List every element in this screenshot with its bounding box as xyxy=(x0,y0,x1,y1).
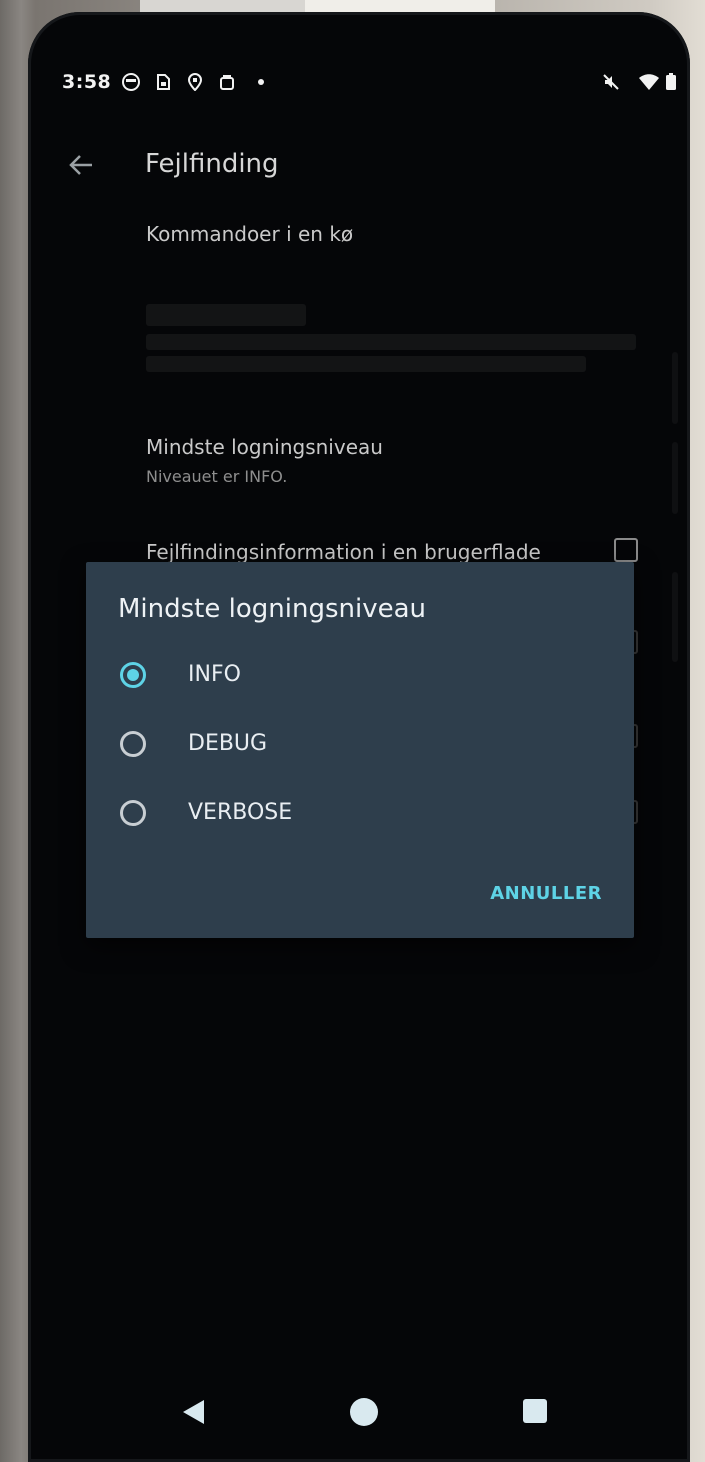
option-label: INFO xyxy=(188,662,241,687)
option-debug[interactable]: DEBUG xyxy=(120,726,580,766)
pref-title: Fejlfindingsinformation i en brugerflade xyxy=(146,540,541,564)
pref-item-min-log-level[interactable]: Mindste logningsniveau Niveauet er INFO. xyxy=(146,435,383,486)
navigation-bar xyxy=(28,1380,690,1450)
radio-button[interactable] xyxy=(120,800,146,826)
phone-screen: 3:58 Fejlfinding Kommandoer i en kø Mind… xyxy=(28,12,690,1462)
side-button xyxy=(672,352,678,424)
face-icon xyxy=(122,73,140,91)
dot-icon xyxy=(252,73,270,91)
wifi-icon xyxy=(638,73,660,91)
page-title: Fejlfinding xyxy=(145,149,279,179)
app-bar: Fejlfinding xyxy=(28,132,690,196)
status-time: 3:58 xyxy=(62,71,112,93)
option-label: VERBOSE xyxy=(188,800,293,825)
nav-home-icon[interactable] xyxy=(350,1398,378,1426)
side-button xyxy=(672,442,678,514)
bag-icon xyxy=(218,73,236,91)
pref-item-faded xyxy=(146,304,656,372)
radio-button[interactable] xyxy=(120,731,146,757)
battery-icon xyxy=(665,73,677,91)
pref-item-queued-commands[interactable]: Kommandoer i en kø xyxy=(146,222,353,246)
nav-recents-icon[interactable] xyxy=(523,1399,547,1423)
debug-ui-checkbox[interactable] xyxy=(614,538,638,562)
pref-title: Mindste logningsniveau xyxy=(146,435,383,459)
option-info[interactable]: INFO xyxy=(120,657,580,697)
status-bar: 3:58 xyxy=(62,70,676,98)
nav-back-icon[interactable] xyxy=(180,1398,208,1426)
sim-icon xyxy=(154,73,172,91)
side-button xyxy=(672,572,678,662)
mute-icon xyxy=(602,73,620,91)
option-label: DEBUG xyxy=(188,731,268,756)
pref-item-debug-ui[interactable]: Fejlfindingsinformation i en brugerflade xyxy=(146,540,541,564)
location-icon xyxy=(186,73,204,91)
option-verbose[interactable]: VERBOSE xyxy=(120,795,580,835)
radio-button-selected[interactable] xyxy=(120,662,146,688)
pref-title: Kommandoer i en kø xyxy=(146,222,354,246)
pref-subtitle: Niveauet er INFO. xyxy=(146,467,288,486)
back-arrow-icon[interactable] xyxy=(66,150,96,180)
dialog-title: Mindste logningsniveau xyxy=(118,594,427,624)
log-level-dialog: Mindste logningsniveau INFO DEBUG VERBOS… xyxy=(86,562,634,938)
cancel-button[interactable]: ANNULLER xyxy=(490,883,602,904)
